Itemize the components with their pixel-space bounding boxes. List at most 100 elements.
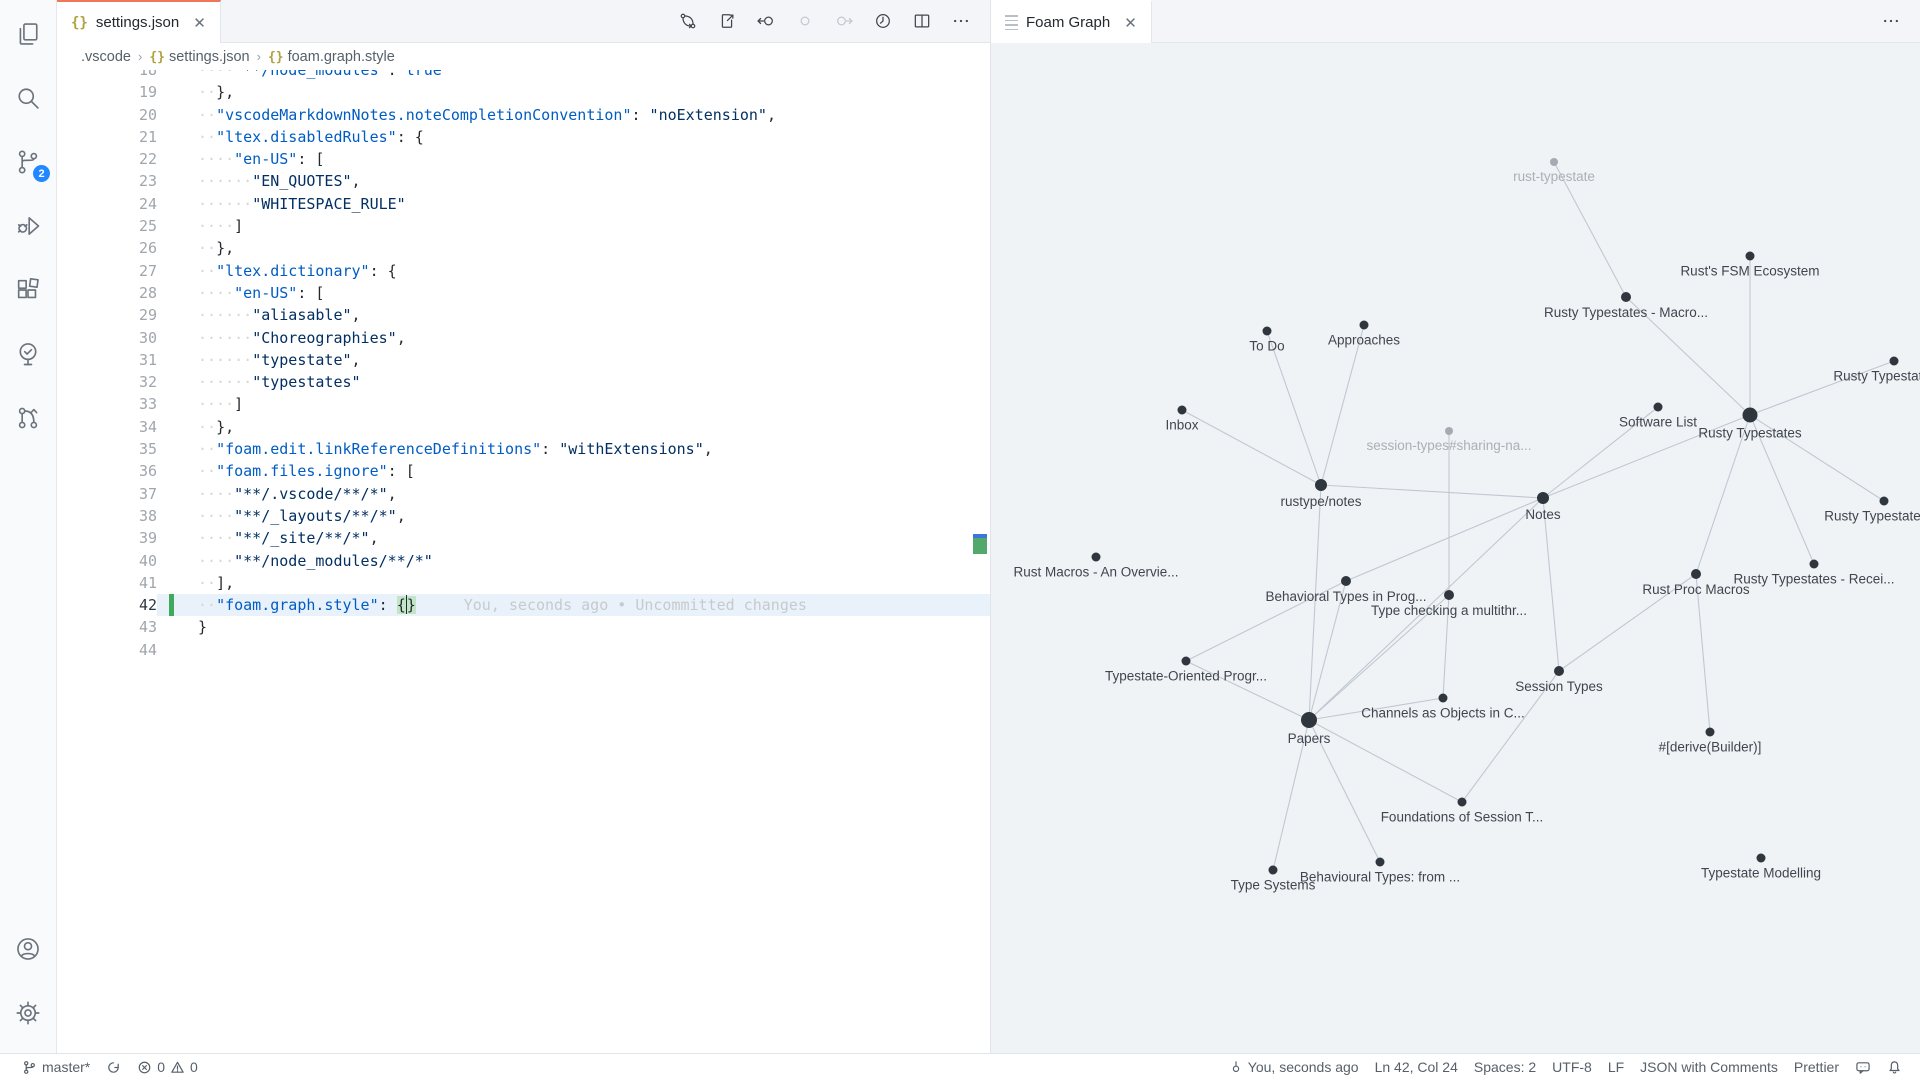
gutter-modified-indicator (169, 282, 174, 304)
open-changes-icon[interactable] (673, 6, 703, 36)
line-number: 44 (57, 639, 157, 661)
breadcrumb-foam-graph-style[interactable]: {}foam.graph.style (268, 49, 395, 65)
code-line-29[interactable]: 29······"aliasable", (57, 304, 990, 326)
graph-node-behavioral[interactable]: Behavioral Types in Prog... (1265, 576, 1426, 604)
graph-node-rust-typestate[interactable]: rust-typestate (1513, 158, 1595, 184)
gitlens-blame-annotation: You, seconds ago • Uncommitted changes (464, 596, 807, 614)
graph-node-approaches[interactable]: Approaches (1328, 321, 1400, 348)
code-line-22[interactable]: 22····"en-US": [ (57, 148, 990, 170)
graph-node-typestate-oriented[interactable]: Typestate-Oriented Progr... (1105, 657, 1267, 684)
extensions-icon[interactable] (4, 266, 52, 314)
code-line-39[interactable]: 39····"**/_site/**/*", (57, 527, 990, 549)
code-line-37[interactable]: 37····"**/.vscode/**/*", (57, 483, 990, 505)
svg-text:Inbox: Inbox (1165, 418, 1198, 433)
code-line-26[interactable]: 26··}, (57, 237, 990, 259)
code-editor[interactable]: 18····"**/node_modules": true19··},20··"… (57, 70, 990, 1053)
code-line-31[interactable]: 31······"typestate", (57, 349, 990, 371)
breadcrumb-settings-json[interactable]: {}settings.json (149, 49, 249, 65)
code-line-18[interactable]: 18····"**/node_modules": true (57, 70, 990, 81)
sync-button[interactable] (98, 1060, 129, 1075)
code-line-25[interactable]: 25····] (57, 215, 990, 237)
graph-node-rt-hub[interactable]: Rusty Typestates (1698, 408, 1802, 441)
graph-node-typestate-modelling[interactable]: Typestate Modelling (1701, 854, 1821, 881)
graph-node-rt-macro[interactable]: Rusty Typestates - Macro... (1544, 292, 1708, 320)
graph-node-rt-right[interactable]: Rusty Typestates - (1824, 497, 1920, 524)
svg-text:Papers: Papers (1288, 731, 1331, 746)
code-line-44[interactable]: 44 (57, 639, 990, 661)
change-dot-disabled-icon[interactable] (790, 6, 820, 36)
graph-node-rust-macros[interactable]: Rust Macros - An Overvie... (1013, 553, 1178, 580)
code-line-36[interactable]: 36··"foam.files.ignore": [ (57, 460, 990, 482)
svg-text:Notes: Notes (1525, 507, 1561, 522)
code-line-34[interactable]: 34··}, (57, 416, 990, 438)
graph-node-rt-recei[interactable]: Rusty Typestates - Recei... (1733, 560, 1894, 587)
commit-info[interactable]: You, seconds ago (1221, 1059, 1367, 1075)
encoding[interactable]: UTF-8 (1544, 1059, 1600, 1075)
branch-indicator[interactable]: master* (14, 1059, 98, 1075)
warning-icon (170, 1060, 185, 1075)
feedback-button[interactable] (1847, 1060, 1879, 1075)
panel-more-actions-icon[interactable] (1876, 6, 1906, 36)
code-line-24[interactable]: 24······"WHITESPACE_RULE" (57, 193, 990, 215)
graph-node-software-list[interactable]: Software List (1619, 403, 1697, 430)
search-icon[interactable] (4, 74, 52, 122)
explorer-icon[interactable] (4, 10, 52, 58)
indentation[interactable]: Spaces: 2 (1466, 1059, 1544, 1075)
breadcrumb-separator: › (136, 49, 144, 64)
code-line-23[interactable]: 23······"EN_QUOTES", (57, 170, 990, 192)
problems-indicator[interactable]: 0 0 (129, 1059, 206, 1075)
editor-more-actions-icon[interactable] (946, 6, 976, 36)
graph-node-st-gray[interactable]: session-types#sharing-na... (1366, 427, 1531, 453)
gutter-modified-indicator (169, 327, 174, 349)
cursor-position[interactable]: Ln 42, Col 24 (1367, 1059, 1466, 1075)
code-line-33[interactable]: 33····] (57, 393, 990, 415)
previous-change-icon[interactable] (751, 6, 781, 36)
graph-node-rt-topright[interactable]: Rusty Typestates (1833, 357, 1920, 384)
code-line-32[interactable]: 32······"typestates" (57, 371, 990, 393)
git-graph-icon[interactable] (4, 394, 52, 442)
graph-node-todo[interactable]: To Do (1249, 327, 1284, 354)
tab-foam-graph[interactable]: Foam Graph ✕ (991, 0, 1152, 43)
code-line-41[interactable]: 41··], (57, 572, 990, 594)
tab-settings-json[interactable]: {} settings.json ✕ (57, 0, 221, 43)
timeline-icon[interactable] (868, 6, 898, 36)
open-file-icon[interactable] (712, 6, 742, 36)
next-change-disabled-icon[interactable] (829, 6, 859, 36)
settings-gear-icon[interactable] (4, 989, 52, 1037)
source-control-icon[interactable]: 2 (4, 138, 52, 186)
graph-node-derive-builder[interactable]: #[derive(Builder)] (1659, 728, 1762, 755)
run-debug-icon[interactable] (4, 202, 52, 250)
graph-node-fsm[interactable]: Rust's FSM Ecosystem (1680, 252, 1819, 279)
foam-graph-canvas[interactable]: rust-typestate Rust's FSM Ecosystem Rusty … (991, 43, 1920, 1053)
graph-node-behavioural-from[interactable]: Behavioural Types: from ... (1300, 858, 1460, 885)
code-line-38[interactable]: 38····"**/_layouts/**/*", (57, 505, 990, 527)
graph-node-session-types[interactable]: Session Types (1515, 666, 1603, 694)
code-line-28[interactable]: 28····"en-US": [ (57, 282, 990, 304)
graph-node-foundations[interactable]: Foundations of Session T... (1381, 798, 1544, 825)
tab-close-icon[interactable]: ✕ (193, 14, 206, 32)
account-icon[interactable] (4, 925, 52, 973)
graph-node-channels[interactable]: Channels as Objects in C... (1361, 694, 1525, 721)
language-mode[interactable]: JSON with Comments (1632, 1059, 1786, 1075)
panel-tab-close-icon[interactable]: ✕ (1124, 14, 1137, 32)
notifications-button[interactable] (1879, 1060, 1910, 1075)
graph-node-notes[interactable]: Notes (1525, 492, 1561, 522)
code-line-43[interactable]: 43} (57, 616, 990, 638)
code-line-30[interactable]: 30······"Choreographies", (57, 327, 990, 349)
graph-node-rustype-notes[interactable]: rustype/notes (1280, 479, 1361, 509)
code-line-40[interactable]: 40····"**/node_modules/**/*" (57, 550, 990, 572)
split-editor-icon[interactable] (907, 6, 937, 36)
code-line-20[interactable]: 20··"vscodeMarkdownNotes.noteCompletionC… (57, 104, 990, 126)
code-line-35[interactable]: 35··"foam.edit.linkReferenceDefinitions"… (57, 438, 990, 460)
eol-sequence[interactable]: LF (1600, 1059, 1632, 1075)
formatter[interactable]: Prettier (1786, 1059, 1847, 1075)
testing-tree-icon[interactable] (4, 330, 52, 378)
gutter-modified-indicator (169, 70, 174, 81)
graph-node-inbox[interactable]: Inbox (1165, 406, 1198, 433)
code-line-21[interactable]: 21··"ltex.disabledRules": { (57, 126, 990, 148)
breadcrumb-vscode[interactable]: .vscode (81, 49, 131, 65)
code-line-42[interactable]: 42··"foam.graph.style": {}You, seconds a… (57, 594, 990, 616)
line-number: 18 (57, 70, 157, 81)
code-line-27[interactable]: 27··"ltex.dictionary": { (57, 260, 990, 282)
code-line-19[interactable]: 19··}, (57, 81, 990, 103)
